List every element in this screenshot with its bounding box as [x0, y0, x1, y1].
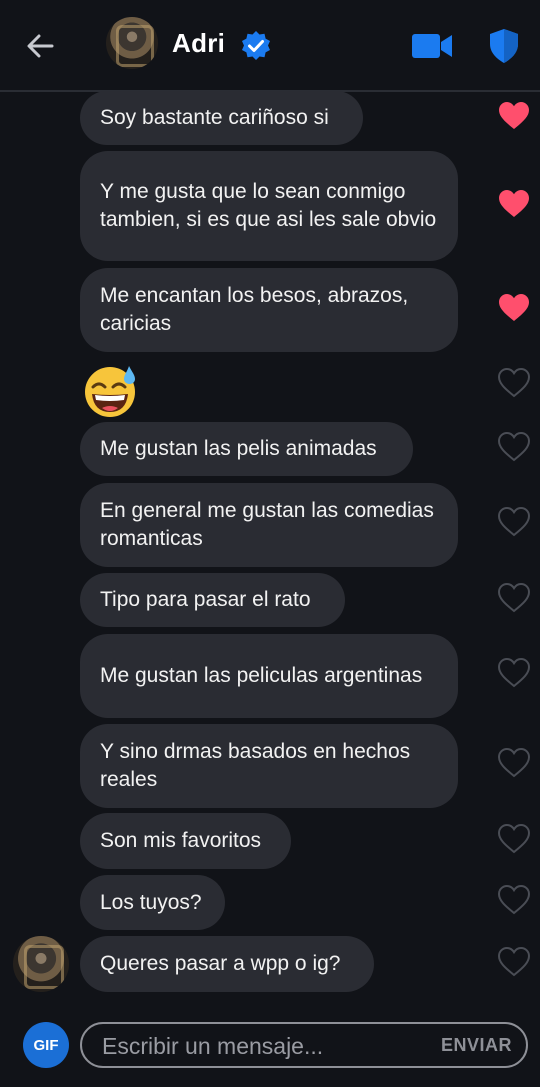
message-bubble[interactable]: Son mis favoritos: [80, 813, 291, 869]
message-input[interactable]: [102, 1030, 422, 1062]
heart-outline-icon[interactable]: [498, 658, 530, 688]
message-text: Me gustan las peliculas argentinas: [100, 664, 423, 687]
message-bubble[interactable]: Y me gusta que lo sean conmigo tambien, …: [80, 151, 458, 261]
message-text: Me encantan los besos, abrazos, caricias: [100, 284, 409, 335]
chat-header: Adri: [0, 0, 540, 92]
heart-outline-icon[interactable]: [498, 583, 530, 613]
message-text: En general me gustan las comedias romant…: [100, 499, 434, 550]
message-bubble[interactable]: Y sino drmas basados en hechos reales: [80, 724, 458, 808]
message-text: Son mis favoritos: [100, 829, 262, 852]
message-bubble[interactable]: Me gustan las peliculas argentinas: [80, 634, 458, 718]
video-call-icon[interactable]: [411, 32, 453, 60]
message-text: Me gustan las pelis animadas: [100, 437, 377, 460]
message-bubble[interactable]: Tipo para pasar el rato: [80, 573, 345, 627]
message-text: Soy bastante cariñoso si: [100, 106, 329, 129]
message-input-wrapper[interactable]: ENVIAR: [80, 1022, 528, 1068]
contact-avatar[interactable]: [106, 17, 158, 69]
message-text: Queres pasar a wpp o ig?: [100, 952, 341, 975]
back-arrow-icon: [27, 34, 54, 58]
heart-liked-icon[interactable]: [498, 189, 530, 219]
heart-outline-icon[interactable]: [498, 432, 530, 462]
heart-liked-icon[interactable]: [498, 293, 530, 323]
heart-outline-icon[interactable]: [498, 748, 530, 778]
message-text: Los tuyos?: [100, 890, 202, 914]
message-list[interactable]: Soy bastante cariñoso si Y me gusta que …: [0, 91, 540, 1005]
message-bubble[interactable]: Los tuyos?: [80, 875, 225, 930]
heart-liked-icon[interactable]: [498, 101, 530, 131]
grinning-face-with-sweat-emoji[interactable]: [82, 362, 138, 418]
heart-outline-icon[interactable]: [498, 368, 530, 398]
message-bubble[interactable]: Me encantan los besos, abrazos, caricias: [80, 268, 458, 352]
message-text: Y sino drmas basados en hechos reales: [100, 740, 411, 791]
message-bubble[interactable]: Soy bastante cariñoso si: [80, 91, 363, 145]
back-button[interactable]: [20, 26, 60, 66]
message-composer: GIF ENVIAR: [0, 1005, 540, 1087]
message-text: Tipo para pasar el rato: [100, 588, 311, 611]
sender-avatar[interactable]: [13, 936, 69, 992]
send-button[interactable]: ENVIAR: [441, 1035, 512, 1056]
heart-outline-icon[interactable]: [498, 885, 530, 915]
message-bubble[interactable]: En general me gustan las comedias romant…: [80, 483, 458, 567]
message-bubble[interactable]: Queres pasar a wpp o ig?: [80, 936, 374, 992]
shield-icon[interactable]: [488, 28, 520, 64]
heart-outline-icon[interactable]: [498, 824, 530, 854]
gif-button[interactable]: GIF: [23, 1022, 69, 1068]
message-text: Y me gusta que lo sean conmigo tambien, …: [100, 180, 437, 231]
verified-badge-icon: [242, 31, 270, 60]
contact-name[interactable]: Adri: [172, 28, 225, 59]
heart-outline-icon[interactable]: [498, 507, 530, 537]
heart-outline-icon[interactable]: [498, 947, 530, 977]
message-bubble[interactable]: Me gustan las pelis animadas: [80, 422, 413, 476]
